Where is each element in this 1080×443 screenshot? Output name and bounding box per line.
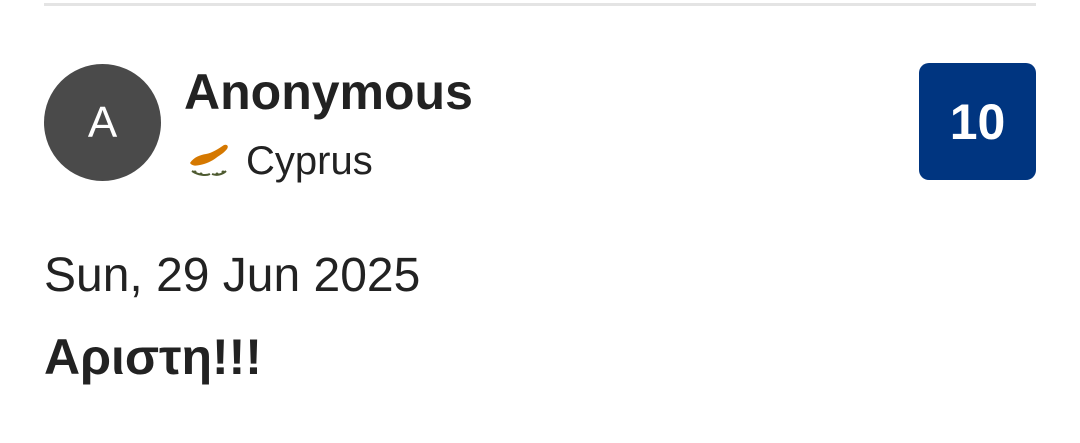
review-header: A Anonymous Cyprus 10 [44,62,1036,183]
country-name: Cyprus [246,139,373,183]
cyprus-flag-icon [186,141,232,181]
avatar-letter: A [87,97,118,147]
score-badge: 10 [919,63,1036,180]
score-value: 10 [949,93,1006,150]
review-card: A Anonymous Cyprus 10 Sun, 29 Jun 2025 Α… [44,62,1036,385]
review-date: Sun, 29 Jun 2025 [44,249,421,302]
review-title: Αριστη!!! [44,329,262,385]
divider [44,3,1036,6]
reviewer-name: Anonymous [184,64,473,120]
avatar: A [44,64,161,181]
reviewer-country: Cyprus [186,136,373,186]
